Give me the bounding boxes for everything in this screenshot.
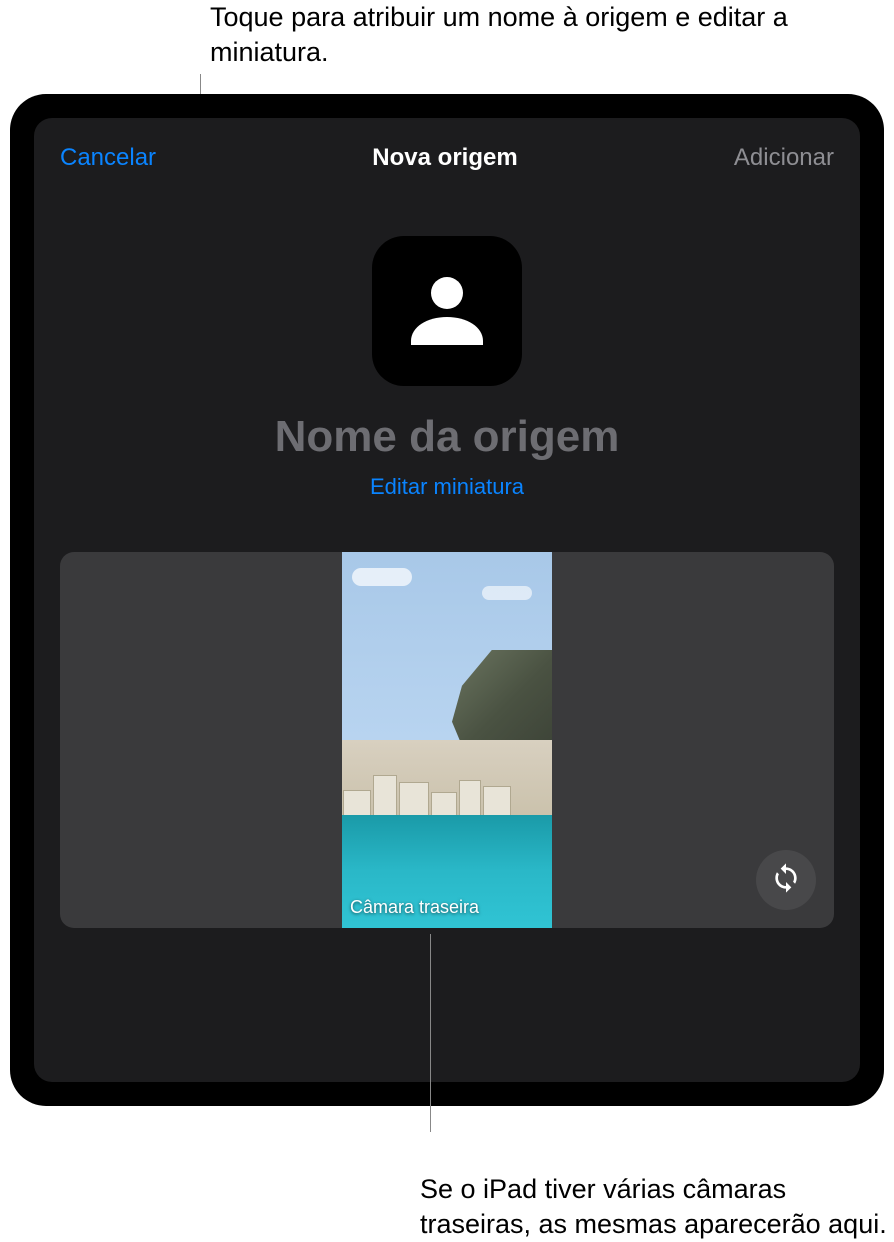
callout-line [430,934,431,1132]
source-name-input[interactable]: Nome da origem [275,412,620,462]
camera-preview-container: Câmara traseira [60,552,834,928]
edit-thumbnail-button[interactable]: Editar miniatura [370,474,524,500]
camera-label: Câmara traseira [350,897,479,918]
add-button[interactable]: Adicionar [734,144,834,172]
new-source-modal: Cancelar Nova origem Adicionar Nome da o… [34,118,860,1082]
cancel-button[interactable]: Cancelar [60,144,156,172]
person-icon [399,261,495,362]
annotation-top: Toque para atribuir um nome à origem e e… [210,0,894,70]
flip-camera-icon [770,862,802,899]
device-frame: Cancelar Nova origem Adicionar Nome da o… [10,94,884,1106]
preview-cloud [352,568,412,586]
camera-preview[interactable]: Câmara traseira [342,552,552,928]
modal-title: Nova origem [372,144,517,172]
nav-bar: Cancelar Nova origem Adicionar [60,136,834,180]
preview-cloud [482,586,532,600]
flip-camera-button[interactable] [756,850,816,910]
avatar-section: Nome da origem Editar miniatura [60,236,834,500]
avatar-placeholder[interactable] [372,236,522,386]
annotation-bottom: Se o iPad tiver várias câmaras traseiras… [420,1172,894,1242]
